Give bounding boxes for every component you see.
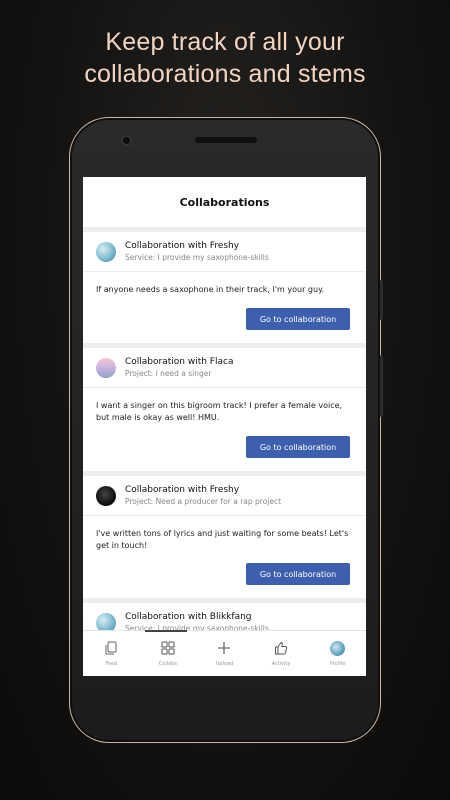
card-title: Collaboration with Flaca	[125, 357, 234, 367]
active-tab-indicator	[145, 630, 187, 632]
collaboration-card[interactable]: Collaboration with Flaca Project: I need…	[83, 348, 366, 471]
nav-item-profile[interactable]: Profile	[309, 631, 366, 676]
card-title: Collaboration with Freshy	[125, 485, 240, 495]
avatar	[96, 241, 116, 262]
go-to-collaboration-button[interactable]: Go to collaboration	[246, 563, 350, 585]
nav-item-upload[interactable]: Upload	[196, 631, 253, 676]
card-title: Collaboration with Blikkfang	[125, 612, 252, 622]
app-bar: Collaborations	[83, 177, 366, 227]
card-body: I've written tons of lyrics and just wai…	[96, 529, 349, 550]
nav-label: Upload	[215, 661, 234, 667]
headline-line-1: Keep track of all your	[105, 28, 345, 56]
nav-item-feed[interactable]: Feed	[83, 631, 140, 676]
avatar	[96, 485, 116, 506]
nav-label: Profile	[329, 661, 346, 667]
avatar	[96, 357, 116, 378]
grid-icon	[161, 640, 175, 656]
nav-item-collabs[interactable]: Collabs	[140, 631, 197, 676]
nav-label: Feed	[105, 661, 118, 667]
thumbs-up-icon	[274, 640, 288, 656]
nav-label: Collabs	[158, 661, 177, 667]
collaboration-card[interactable]: Collaboration with Freshy Service: I pro…	[83, 232, 366, 343]
card-header: Collaboration with Flaca Project: I need…	[83, 348, 366, 388]
headline-line-2: collaborations and stems	[84, 60, 366, 88]
card-header: Collaboration with Freshy Service: I pro…	[83, 232, 366, 272]
card-header: Collaboration with Freshy Project: Need …	[83, 476, 366, 516]
collaboration-card[interactable]: Collaboration with Freshy Project: Need …	[83, 476, 366, 598]
app-screen: Collaborations Collaboration with Freshy…	[83, 177, 366, 676]
card-subtitle: Service: I provide my saxophone-skills	[125, 253, 269, 262]
card-body: If anyone needs a saxophone in their tra…	[96, 285, 325, 294]
feed-icon	[104, 640, 118, 656]
nav-label: Activity	[271, 661, 291, 667]
earpiece-speaker	[195, 137, 257, 143]
front-camera	[121, 135, 132, 146]
profile-avatar	[330, 640, 346, 656]
card-subtitle: Project: Need a producer for a rap proje…	[125, 497, 282, 506]
bottom-navigation: Feed Collabs Upload Activity Profile	[83, 630, 366, 676]
promo-headline: Keep track of all your collaborations an…	[0, 26, 450, 90]
go-to-collaboration-button[interactable]: Go to collaboration	[246, 436, 350, 458]
nav-item-activity[interactable]: Activity	[253, 631, 310, 676]
card-title: Collaboration with Freshy	[125, 241, 240, 251]
plus-icon	[217, 640, 231, 656]
phone-volume-button	[380, 280, 383, 320]
card-subtitle: Project: I need a singer	[125, 369, 212, 378]
page-title: Collaborations	[179, 195, 270, 209]
card-body: I want a singer on this bigroom track! I…	[96, 401, 343, 422]
phone-power-button	[380, 355, 383, 417]
go-to-collaboration-button[interactable]: Go to collaboration	[246, 308, 350, 330]
